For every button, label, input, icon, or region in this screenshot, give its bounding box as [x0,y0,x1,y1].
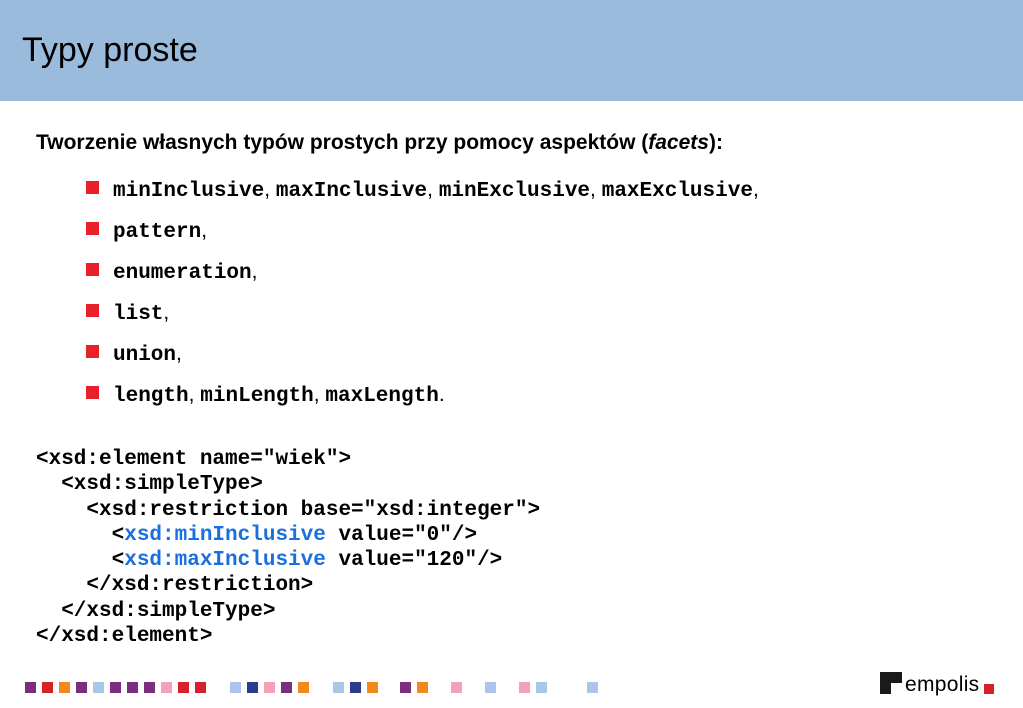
code-line: </xsd:restriction> [36,574,313,597]
footer-strip-square [587,682,598,693]
intro-italic: facets [648,131,709,154]
footer-strip-square [333,682,344,693]
facet-name: minLength [200,385,314,408]
facet-name: minInclusive [113,180,265,203]
bullet-square-icon [86,263,99,276]
facet-name: union [113,344,177,367]
facet-list-item: list, [86,293,759,334]
punctuation: , [251,260,258,283]
logo-dot [984,684,994,694]
footer-strip-square [161,682,172,693]
footer-strip-square [350,682,361,693]
facet-name: list [113,303,164,326]
punctuation: , [176,342,182,365]
footer-strip-square [536,682,547,693]
footer-strip-square [519,682,530,693]
footer-strip-square [59,682,70,693]
footer-strip-square [144,682,155,693]
logo-mark-cut [891,683,902,694]
facet-item-text: enumeration, [113,260,257,285]
facet-list-item: length, minLength, maxLength. [86,375,759,416]
code-text: value="0"/> [325,523,478,547]
facet-list: minInclusive, maxInclusive, minExclusive… [86,170,759,416]
footer-strip-square [76,682,87,693]
facet-item-text: length, minLength, maxLength. [113,383,445,408]
footer-strip-square [400,682,411,693]
facet-name: enumeration [113,262,252,285]
punctuation: , [590,178,602,201]
code-text: < [36,523,125,547]
footer-strip-square [417,682,428,693]
code-text: <xsd:restriction base="xsd:integer"> [36,498,541,522]
facet-list-item: minInclusive, maxInclusive, minExclusive… [86,170,759,211]
code-text: <xsd:simpleType> [36,473,263,497]
facet-name: maxLength [325,385,439,408]
facet-name: length [113,385,189,408]
facet-item-text: union, [113,342,182,367]
facet-item-text: minInclusive, maxInclusive, minExclusive… [113,178,759,203]
footer-strip-square [110,682,121,693]
code-text: </xsd:element> [36,625,213,649]
punctuation: , [752,178,759,201]
footer-strip-square [298,682,309,693]
footer-strip-square [367,682,378,693]
punctuation: , [427,178,439,201]
code-line: <xsd:restriction base="xsd:integer"> [36,499,540,522]
facet-item-text: pattern, [113,219,207,244]
code-keyword: xsd:maxInclusive [124,549,326,573]
logo-text: empolis [905,673,980,696]
footer-strip-square [42,682,53,693]
bullet-square-icon [86,181,99,194]
bullet-square-icon [86,386,99,399]
facet-name: maxExclusive [601,180,753,203]
footer-strip-square [485,682,496,693]
code-line: <xsd:simpleType> [36,473,263,496]
punctuation: , [188,383,201,406]
facet-list-item: union, [86,334,759,375]
footer-strip-square [127,682,138,693]
intro-text: Tworzenie własnych typów prostych przy p… [36,129,723,157]
title-bar: Typy proste [0,0,1023,101]
punctuation: , [313,383,326,406]
bullet-square-icon [86,304,99,317]
code-text: </xsd:restriction> [36,574,314,598]
bullet-square-icon [86,345,99,358]
facet-name: minExclusive [438,180,591,203]
punctuation: , [163,301,170,324]
code-line: </xsd:simpleType> [36,600,275,623]
code-text: </xsd:simpleType> [36,599,276,623]
punctuation: , [264,178,276,201]
code-keyword: xsd:minInclusive [124,523,326,547]
punctuation: . [438,383,445,406]
facet-list-item: enumeration, [86,252,759,293]
facet-list-item: pattern, [86,211,759,252]
punctuation: , [201,219,208,242]
facet-name: maxInclusive [275,180,428,203]
facet-item-text: list, [113,301,169,326]
footer-strip-square [93,682,104,693]
code-text: value="120"/> [325,549,503,573]
facet-name: pattern [113,221,202,244]
code-line: <xsd:element name="wiek"> [36,448,351,471]
footer-strip-square [178,682,189,693]
footer-strip-square [451,682,462,693]
code-line: <xsd:maxInclusive value="120"/> [36,549,503,573]
footer-strip-square [230,682,241,693]
footer-color-strip [0,682,620,694]
empolis-logo: empolis [880,672,1000,696]
footer-strip-square [247,682,258,693]
code-line: </xsd:element> [36,625,212,648]
code-text: <xsd:element name="wiek"> [36,448,352,471]
intro-suffix: ): [708,131,723,154]
footer-strip-square [281,682,292,693]
bullet-square-icon [86,222,99,235]
footer-strip-square [25,682,36,693]
footer-strip-square [264,682,275,693]
intro-main: Tworzenie własnych typów prostych przy p… [36,131,649,154]
code-block: <xsd:element name="wiek"> <xsd:simpleTyp… [36,447,540,649]
code-line: <xsd:minInclusive value="0"/> [36,524,477,547]
page-title: Typy proste [22,31,198,69]
footer-strip-square [195,682,206,693]
code-text: < [36,549,125,573]
